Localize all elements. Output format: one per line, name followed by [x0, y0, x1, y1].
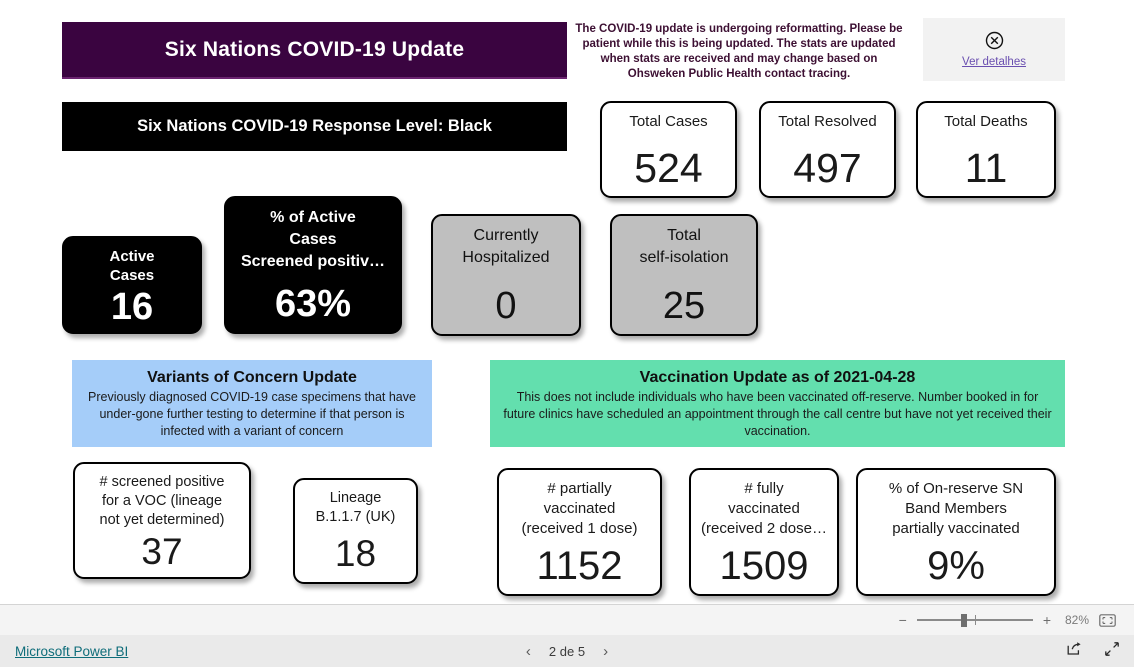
kpi-value: 497 — [793, 145, 862, 191]
kpi-value: 25 — [662, 285, 706, 327]
zoom-level-label: 82% — [1064, 613, 1089, 627]
kpi-label: Total Cases — [629, 113, 708, 130]
kpi-card-active-cases[interactable]: Active Cases 16 — [62, 236, 202, 334]
kpi-label: # fully vaccinated (received 2 dose… — [701, 480, 827, 537]
report-canvas: Six Nations COVID-19 Update The COVID-19… — [0, 0, 1134, 604]
kpi-label: Total self-isolation — [639, 227, 729, 266]
kpi-card-total-deaths[interactable]: Total Deaths 11 — [916, 101, 1056, 198]
kpi-label: Currently Hospitalized — [462, 227, 550, 266]
kpi-label: Total Resolved — [778, 113, 877, 130]
kpi-value: 63% — [274, 283, 352, 325]
kpi-label: # screened positive for a VOC (lineage not… — [99, 474, 225, 528]
response-level-label: Six Nations COVID-19 Response Level: Bla… — [137, 117, 492, 135]
report-footer: Microsoft Power BI ‹ 2 de 5 › — [0, 635, 1134, 667]
zoom-toolbar: − + 82% — [0, 604, 1134, 636]
kpi-card-active-cases-screened-positive[interactable]: % of Active Cases Screened positiv… 63% — [224, 196, 402, 334]
kpi-value: 1152 — [536, 544, 623, 588]
chevron-right-icon[interactable]: › — [603, 643, 608, 660]
view-details-label[interactable]: Ver detalhes — [962, 56, 1026, 68]
kpi-card-screened-positive-voc[interactable]: # screened positive for a VOC (lineage not… — [73, 462, 251, 579]
kpi-value: 524 — [634, 145, 703, 191]
share-icon[interactable] — [1066, 641, 1082, 661]
kpi-value: 11 — [964, 145, 1008, 191]
page-navigation: ‹ 2 de 5 › — [0, 643, 1134, 660]
kpi-label: Active Cases — [109, 248, 155, 284]
chevron-left-icon[interactable]: ‹ — [526, 643, 531, 660]
section-heading: Variants of Concern Update — [147, 369, 357, 386]
zoom-in-button[interactable]: + — [1043, 613, 1051, 627]
kpi-label: Total Deaths — [944, 113, 1028, 130]
kpi-value: 37 — [141, 531, 183, 572]
page-title: Six Nations COVID-19 Update — [164, 37, 465, 61]
kpi-card-partially-vaccinated[interactable]: # partially vaccinated (received 1 dose) 1… — [497, 468, 662, 596]
report-title-banner: Six Nations COVID-19 Update — [62, 22, 567, 79]
section-description: Previously diagnosed COVID-19 case speci… — [88, 390, 416, 438]
kpi-label: Lineage B.1.1.7 (UK) — [315, 490, 396, 525]
kpi-value: 9% — [927, 544, 985, 588]
section-heading: Vaccination Update as of 2021-04-28 — [639, 369, 916, 386]
kpi-card-pct-band-members-partially-vaccinated[interactable]: % of On-reserve SN Band Members partially … — [856, 468, 1056, 596]
zoom-slider[interactable] — [916, 613, 1033, 627]
zoom-controls: − + 82% — [899, 605, 1116, 635]
view-details-button[interactable]: Ver detalhes — [923, 18, 1065, 81]
page-indicator: 2 de 5 — [548, 643, 586, 659]
fullscreen-icon[interactable] — [1104, 641, 1120, 662]
zoom-slider-handle[interactable] — [960, 614, 967, 627]
kpi-card-lineage-b117-uk[interactable]: Lineage B.1.1.7 (UK) 18 — [293, 478, 418, 584]
vaccination-update-header: Vaccination Update as of 2021-04-28 This… — [490, 360, 1065, 447]
kpi-card-total-cases[interactable]: Total Cases 524 — [600, 101, 737, 198]
footer-actions — [1066, 641, 1120, 662]
kpi-value: 18 — [334, 533, 377, 574]
kpi-card-fully-vaccinated[interactable]: # fully vaccinated (received 2 dose… 1509 — [689, 468, 839, 596]
kpi-card-currently-hospitalized[interactable]: Currently Hospitalized 0 — [431, 214, 581, 336]
kpi-label: % of On-reserve SN Band Members partially … — [888, 480, 1024, 537]
kpi-value: 16 — [110, 286, 154, 328]
reformatting-notice: The COVID-19 update is undergoing reform… — [575, 23, 903, 80]
fit-to-page-icon[interactable] — [1099, 613, 1116, 627]
response-level-banner: Six Nations COVID-19 Response Level: Bla… — [62, 102, 567, 151]
zoom-out-button[interactable]: − — [899, 613, 907, 627]
kpi-value: 1509 — [719, 544, 809, 588]
section-description: This does not include individuals who ha… — [503, 390, 1052, 438]
kpi-value: 0 — [495, 285, 517, 327]
kpi-label: % of Active Cases Screened positiv… — [240, 209, 386, 270]
kpi-card-total-self-isolation[interactable]: Total self-isolation 25 — [610, 214, 758, 336]
variants-of-concern-header: Variants of Concern Update Previously di… — [72, 360, 432, 447]
kpi-label: # partially vaccinated (received 1 dose) — [521, 480, 638, 537]
kpi-card-total-resolved[interactable]: Total Resolved 497 — [759, 101, 896, 198]
circle-x-icon — [985, 31, 1004, 50]
zoom-slider-tick — [974, 615, 977, 625]
